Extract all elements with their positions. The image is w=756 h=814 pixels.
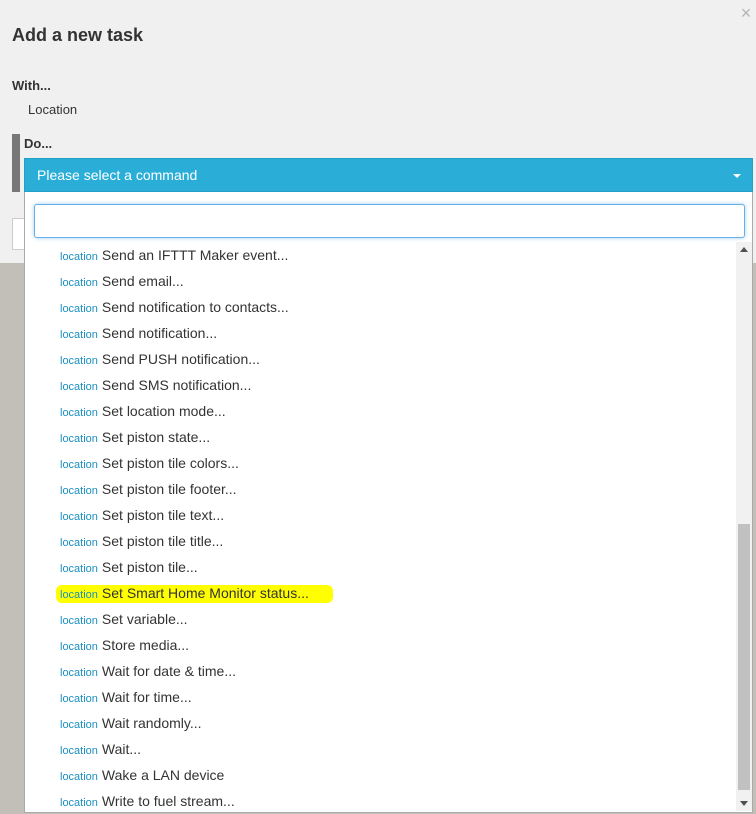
close-icon[interactable]: × <box>737 4 755 22</box>
command-list-item[interactable]: location Send SMS notification... <box>25 374 737 400</box>
command-label: Wait randomly... <box>101 715 202 731</box>
command-scope-tag: location <box>60 667 98 679</box>
command-scope-tag: location <box>60 797 98 809</box>
command-label: Wait for date & time... <box>101 663 237 679</box>
command-scope-tag: location <box>60 355 98 367</box>
command-list-item[interactable]: location Send PUSH notification... <box>25 348 737 374</box>
command-label: Set piston tile colors... <box>101 455 239 471</box>
command-list-item[interactable]: location Set piston state... <box>25 426 737 452</box>
command-label: Wait... <box>101 741 142 757</box>
command-scope-tag: location <box>60 641 98 653</box>
command-scope-tag: location <box>60 407 98 419</box>
command-list-item[interactable]: location Wait randomly... <box>25 712 737 738</box>
command-list-item[interactable]: location Set location mode... <box>25 400 737 426</box>
scroll-down-arrow-icon[interactable] <box>740 801 748 806</box>
command-scope-tag: location <box>60 693 98 705</box>
command-list-item[interactable]: location Send an IFTTT Maker event... <box>25 244 737 270</box>
command-scope-tag: location <box>60 615 98 627</box>
command-scope-tag: location <box>60 251 98 263</box>
command-list-item[interactable]: location Write to fuel stream... <box>25 790 737 811</box>
command-label: Set piston tile footer... <box>101 481 237 497</box>
command-label: Set variable... <box>101 611 188 627</box>
command-list-item[interactable]: location Set Smart Home Monitor status... <box>25 582 737 608</box>
command-list-item[interactable]: location Set variable... <box>25 608 737 634</box>
chevron-down-icon <box>733 174 741 178</box>
command-label: Send PUSH notification... <box>101 351 260 367</box>
command-scope-tag: location <box>60 381 98 393</box>
command-list-item[interactable]: location Set piston tile title... <box>25 530 737 556</box>
command-label: Send SMS notification... <box>101 377 252 393</box>
command-scope-tag: location <box>60 719 98 731</box>
command-label: Set location mode... <box>101 403 226 419</box>
command-list-item[interactable]: location Send notification... <box>25 322 737 348</box>
command-label: Send email... <box>101 273 184 289</box>
do-section-marker <box>12 134 20 192</box>
command-label: Set piston tile... <box>101 559 198 575</box>
command-label: Wake a LAN device <box>101 767 225 783</box>
command-list-item[interactable]: location Store media... <box>25 634 737 660</box>
command-list-item[interactable]: location Set piston tile footer... <box>25 478 737 504</box>
command-list-item[interactable]: location Set piston tile text... <box>25 504 737 530</box>
command-scope-tag: location <box>60 537 98 549</box>
command-select-placeholder: Please select a command <box>37 167 198 183</box>
command-label: Set piston tile title... <box>101 533 224 549</box>
command-scope-tag: location <box>60 459 98 471</box>
command-label: Send notification to contacts... <box>101 299 289 315</box>
command-scope-tag: location <box>60 303 98 315</box>
command-scope-tag: location <box>60 511 98 523</box>
command-list: location Send an IFTTT Maker event... loca… <box>25 244 737 811</box>
command-scope-tag: location <box>60 277 98 289</box>
with-label: With... <box>12 78 51 93</box>
command-list-item[interactable]: location Set piston tile... <box>25 556 737 582</box>
command-label: Send an IFTTT Maker event... <box>101 247 289 263</box>
command-label: Write to fuel stream... <box>101 793 235 809</box>
with-value: Location <box>28 102 78 117</box>
command-label: Send notification... <box>101 325 218 341</box>
dialog-title: Add a new task <box>12 25 144 45</box>
command-scope-tag: location <box>60 589 98 601</box>
command-select[interactable]: Please select a command <box>24 158 753 192</box>
command-label: Set Smart Home Monitor status... <box>101 585 309 601</box>
command-dropdown: location Send an IFTTT Maker event... loca… <box>24 192 753 813</box>
command-list-item[interactable]: location Wait... <box>25 738 737 764</box>
do-label: Do... <box>24 136 53 151</box>
command-scope-tag: location <box>60 563 98 575</box>
command-scope-tag: location <box>60 433 98 445</box>
command-list-item[interactable]: location Set piston tile colors... <box>25 452 737 478</box>
scroll-up-arrow-icon[interactable] <box>740 247 748 252</box>
command-scope-tag: location <box>60 485 98 497</box>
command-label: Set piston tile text... <box>101 507 225 523</box>
command-scope-tag: location <box>60 771 98 783</box>
command-search-input[interactable] <box>34 204 745 238</box>
command-label: Set piston state... <box>101 429 211 445</box>
command-label: Wait for time... <box>101 689 192 705</box>
command-list-item[interactable]: location Send email... <box>25 270 737 296</box>
command-list-item[interactable]: location Wait for date & time... <box>25 660 737 686</box>
dropdown-scrollbar[interactable] <box>736 242 752 811</box>
command-list-item[interactable]: location Wake a LAN device <box>25 764 737 790</box>
command-label: Store media... <box>101 637 190 653</box>
command-scope-tag: location <box>60 745 98 757</box>
command-list-item[interactable]: location Wait for time... <box>25 686 737 712</box>
command-scope-tag: location <box>60 329 98 341</box>
scrollbar-thumb[interactable] <box>738 524 750 790</box>
command-list-item[interactable]: location Send notification to contacts... <box>25 296 737 322</box>
